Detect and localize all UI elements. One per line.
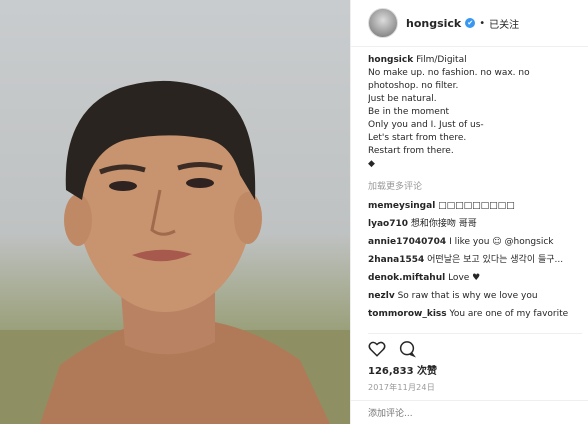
comment-item: 2hana1554 어떤날은 보고 있다는 생각이 들구... <box>368 254 582 267</box>
actions-divider <box>368 333 582 334</box>
caption-line-0: Film/Digital <box>416 55 467 65</box>
post-header: hongsick ✔ • 已关注 <box>350 0 588 47</box>
header-username[interactable]: hongsick <box>406 17 461 30</box>
comment-input-divider <box>350 400 588 401</box>
caption-line-7: Restart from there. <box>368 146 454 156</box>
likes-count[interactable]: 126,833 次赞 <box>368 362 437 377</box>
heart-outline-icon[interactable] <box>368 340 386 358</box>
comments-feed[interactable]: hongsick Film/Digital No make up. no fas… <box>368 54 582 332</box>
right-eye <box>186 178 214 188</box>
comment-item: annie17040704 I like you ☺ @hongsick <box>368 236 582 249</box>
caption-diamond: ◆ <box>368 159 375 169</box>
post-photo[interactable] <box>0 0 350 424</box>
follow-status-button[interactable]: 已关注 <box>489 16 519 31</box>
right-ear <box>234 192 262 244</box>
action-bar <box>368 340 416 358</box>
feed-fade-overlay <box>368 318 582 332</box>
caption-line-6: Let's start from there. <box>368 133 467 143</box>
comment-item: lyao710 想和你接吻 哥哥 <box>368 218 582 231</box>
comment-user[interactable]: denok.miftahul <box>368 273 445 283</box>
comment-item: memeysingal □□□□□□□□□ <box>368 200 582 213</box>
add-comment-input[interactable] <box>368 407 582 421</box>
left-ear <box>64 194 92 246</box>
load-more-comments-link[interactable]: 加载更多评论 <box>368 181 582 194</box>
caption-line-3: Just be natural. <box>368 94 437 104</box>
caption-line-4: Be in the moment <box>368 107 450 117</box>
speech-bubble-icon[interactable] <box>398 340 416 358</box>
caption-line-1: No make up. no fashion. no wax. no <box>368 68 530 78</box>
portrait-illustration <box>0 80 350 424</box>
comment-user[interactable]: 2hana1554 <box>368 255 424 265</box>
comment-user[interactable]: lyao710 <box>368 219 408 229</box>
comment-item: nezlv So raw that is why we love you <box>368 290 582 303</box>
caption-line-5: Only you and I. Just of us- <box>368 120 484 130</box>
caption-first-line: hongsick Film/Digital <box>368 54 582 67</box>
comment-text: Love ♥ <box>448 273 481 283</box>
comment-text: □□□□□□□□□ <box>438 201 515 211</box>
comment-user[interactable]: nezlv <box>368 291 395 301</box>
comment-item: denok.miftahul Love ♥ <box>368 272 582 285</box>
comment-text: I like you ☺ @hongsick <box>449 237 554 247</box>
verified-badge-icon: ✔ <box>465 18 476 28</box>
caption-line-2: photoshop. no filter. <box>368 81 459 91</box>
caption-author[interactable]: hongsick <box>368 55 413 65</box>
instagram-post: hongsick ✔ • 已关注 hongsick Film/Digital N… <box>0 0 588 424</box>
comment-text: 想和你接吻 哥哥 <box>410 219 477 229</box>
avatar[interactable] <box>368 8 398 38</box>
post-date: 2017年11月24日 <box>368 383 435 392</box>
left-eye <box>109 181 137 191</box>
header-separator: • <box>479 17 486 29</box>
comment-user[interactable]: memeysingal <box>368 201 435 211</box>
comment-user[interactable]: annie17040704 <box>368 237 446 247</box>
post-sidebar: hongsick ✔ • 已关注 hongsick Film/Digital N… <box>350 0 588 424</box>
comment-text: So raw that is why we love you <box>397 291 538 301</box>
comment-text: 어떤날은 보고 있다는 생각이 들구... <box>427 255 564 265</box>
